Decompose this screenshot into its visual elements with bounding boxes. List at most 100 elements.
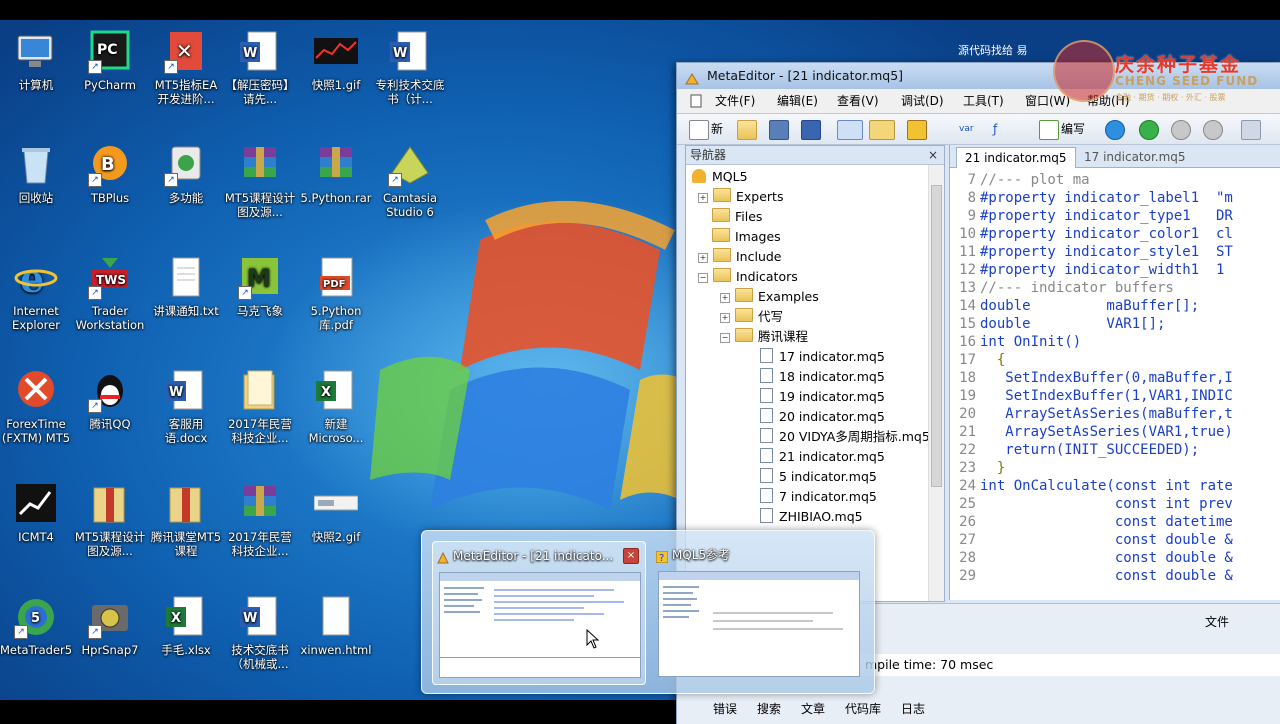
close-icon[interactable]: ×	[623, 548, 639, 564]
menu-debug[interactable]: 调试(D)	[901, 89, 944, 113]
style-icon[interactable]	[907, 120, 927, 140]
code-line[interactable]: 10 #property indicator_color1 cl	[950, 225, 1233, 243]
tree-file[interactable]: 7 indicator.mq5	[760, 487, 877, 507]
desktop-icon[interactable]: MT5课程设计图及源...	[74, 482, 146, 558]
code-line[interactable]: 23 }	[950, 459, 1005, 477]
desktop-icon[interactable]: X 手毛.xlsx	[150, 595, 222, 657]
desktop-icon[interactable]: W 【解压密码】请先...	[224, 30, 296, 106]
desktop-icon[interactable]: B ↗ TBPlus	[74, 143, 146, 205]
code-line[interactable]: 11 #property indicator_style1 ST	[950, 243, 1233, 261]
desktop-icon[interactable]: MT5课程设计图及源...	[224, 143, 296, 219]
desktop-icon[interactable]: ↗ Camtasia Studio 6	[374, 143, 446, 219]
tree-item-daixie[interactable]: + 代写	[720, 307, 783, 327]
code-line[interactable]: 12 #property indicator_width1 1	[950, 261, 1224, 279]
var-button[interactable]: var	[959, 120, 974, 138]
tree-item-examples[interactable]: + Examples	[720, 287, 819, 307]
menu-tools[interactable]: 工具(T)	[963, 89, 1004, 113]
desktop-icon[interactable]: PDF 5.Python库.pdf	[300, 256, 372, 332]
desktop-icon[interactable]: W 专利技术交底书（计...	[374, 30, 446, 106]
desktop-icon[interactable]: 快照1.gif	[300, 30, 372, 92]
code-line[interactable]: 15 double VAR1[];	[950, 315, 1165, 333]
menu-file[interactable]: 文件(F)	[715, 89, 755, 113]
tab-articles[interactable]: 文章	[801, 700, 825, 718]
new-button[interactable]: 新	[711, 120, 723, 138]
expand-icon[interactable]: +	[720, 293, 730, 303]
tree-item-images[interactable]: Images	[712, 227, 781, 247]
code-line[interactable]: 13//--- indicator buffers	[950, 279, 1174, 297]
navigator-scrollbar[interactable]	[928, 165, 944, 601]
desktop-icon[interactable]: 2017年民营科技企业...	[224, 369, 296, 445]
function-icon[interactable]: ƒ	[993, 120, 997, 138]
desktop-icon[interactable]: ↗ 多功能	[150, 143, 222, 205]
desktop-icon[interactable]: W 客服用语.docx	[150, 369, 222, 445]
desktop-icon[interactable]: ✕ ↗ MT5指标EA开发进阶...	[150, 30, 222, 106]
preview-mql5-reference[interactable]: ? MQL5参考	[652, 541, 864, 683]
open-folder-icon[interactable]	[737, 120, 757, 140]
save-icon[interactable]	[769, 120, 789, 140]
code-line[interactable]: 16 int OnInit()	[950, 333, 1081, 351]
code-line[interactable]: 21 ArraySetAsSeries(VAR1,true)	[950, 423, 1233, 441]
desktop-icon[interactable]: 讲课通知.txt	[150, 256, 222, 318]
code-editor[interactable]: 21 indicator.mq5 17 indicator.mq5 7//---…	[949, 145, 1280, 600]
code-line[interactable]: 8 #property indicator_label1 "m	[950, 189, 1233, 207]
tab-17-indicator[interactable]: 17 indicator.mq5	[1076, 147, 1194, 167]
navigator-toggle-icon[interactable]	[869, 120, 895, 140]
desktop-icon[interactable]: ↗ HprSnap7	[74, 595, 146, 657]
desktop-icon[interactable]: ↗ 腾讯QQ	[74, 369, 146, 431]
compile-button[interactable]: 编写	[1061, 120, 1085, 138]
desktop-icon[interactable]: M ↗ 马克飞象	[224, 256, 296, 318]
desktop-icon[interactable]: ICMT4	[0, 482, 72, 544]
expand-icon[interactable]: +	[698, 193, 708, 203]
desktop-icon[interactable]: 5 ↗ MetaTrader5	[0, 595, 72, 657]
code-line[interactable]: 25 const int prev	[950, 495, 1233, 513]
code-line[interactable]: 9 #property indicator_type1 DR	[950, 207, 1233, 225]
tree-file[interactable]: 20 VIDYA多周期指标.mq5	[760, 427, 930, 447]
desktop-icon[interactable]: xinwen.html	[300, 595, 372, 657]
code-line[interactable]: 29 const double &	[950, 567, 1233, 585]
save-all-icon[interactable]	[801, 120, 821, 140]
tab-search[interactable]: 搜索	[757, 700, 781, 718]
code-line[interactable]: 14 double maBuffer[];	[950, 297, 1199, 315]
tree-item-files[interactable]: Files	[712, 207, 762, 227]
desktop-icon[interactable]: W 技术交底书（机械或...	[224, 595, 296, 671]
code-line[interactable]: 28 const double &	[950, 549, 1233, 567]
tree-file[interactable]: 20 indicator.mq5	[760, 407, 885, 427]
code-line[interactable]: 24 int OnCalculate(const int rate	[950, 477, 1233, 495]
tree-item-experts[interactable]: + Experts	[698, 187, 783, 207]
tree-file[interactable]: 19 indicator.mq5	[760, 387, 885, 407]
desktop-icon[interactable]: 计算机	[0, 30, 72, 92]
desktop-icon[interactable]: TWS ↗ Trader Workstation	[74, 256, 146, 332]
tree-item-mql5[interactable]: MQL5	[692, 167, 748, 187]
desktop-icon[interactable]: e Internet Explorer	[0, 256, 72, 332]
tree-item-tengxun[interactable]: − 腾讯课程	[720, 327, 808, 347]
play-icon[interactable]	[1139, 120, 1159, 140]
tree-file[interactable]: 21 indicator.mq5	[760, 447, 885, 467]
tree-file[interactable]: ZHIBIAO.mq5	[760, 507, 863, 527]
close-icon[interactable]: ×	[928, 146, 938, 164]
menu-view[interactable]: 查看(V)	[837, 89, 879, 113]
tree-item-include[interactable]: + Include	[698, 247, 782, 267]
tab-21-indicator[interactable]: 21 indicator.mq5	[956, 147, 1076, 168]
step-icon[interactable]	[1241, 120, 1261, 140]
code-line[interactable]: 19 SetIndexBuffer(1,VAR1,INDIC	[950, 387, 1233, 405]
preview-metaeditor[interactable]: MetaEditor - [21 indicato... ×	[432, 541, 646, 685]
desktop-icon[interactable]: PC ↗ PyCharm	[74, 30, 146, 92]
menu-edit[interactable]: 编辑(E)	[777, 89, 818, 113]
code-line[interactable]: 18 SetIndexBuffer(0,maBuffer,I	[950, 369, 1233, 387]
code-line[interactable]: 17 {	[950, 351, 1005, 369]
code-area[interactable]: 7//--- plot ma 8 #property indicator_label…	[950, 171, 1280, 600]
code-line[interactable]: 27 const double &	[950, 531, 1233, 549]
desktop-icon[interactable]: 2017年民营科技企业...	[224, 482, 296, 558]
code-line[interactable]: 20 ArraySetAsSeries(maBuffer,t	[950, 405, 1233, 423]
tree-file[interactable]: 17 indicator.mq5	[760, 347, 885, 367]
expand-icon[interactable]: +	[698, 253, 708, 263]
desktop-icon[interactable]: X 新建 Microso...	[300, 369, 372, 445]
tree-file[interactable]: 18 indicator.mq5	[760, 367, 885, 387]
collapse-icon[interactable]: −	[698, 273, 708, 283]
code-line[interactable]: 26 const datetime	[950, 513, 1233, 531]
tree-item-indicators[interactable]: − Indicators	[698, 267, 798, 287]
debug-start-icon[interactable]	[1105, 120, 1125, 140]
desktop-icon[interactable]: 腾讯课堂MT5课程	[150, 482, 222, 558]
pause-icon[interactable]	[1171, 120, 1191, 140]
tab-errors[interactable]: 错误	[713, 700, 737, 718]
